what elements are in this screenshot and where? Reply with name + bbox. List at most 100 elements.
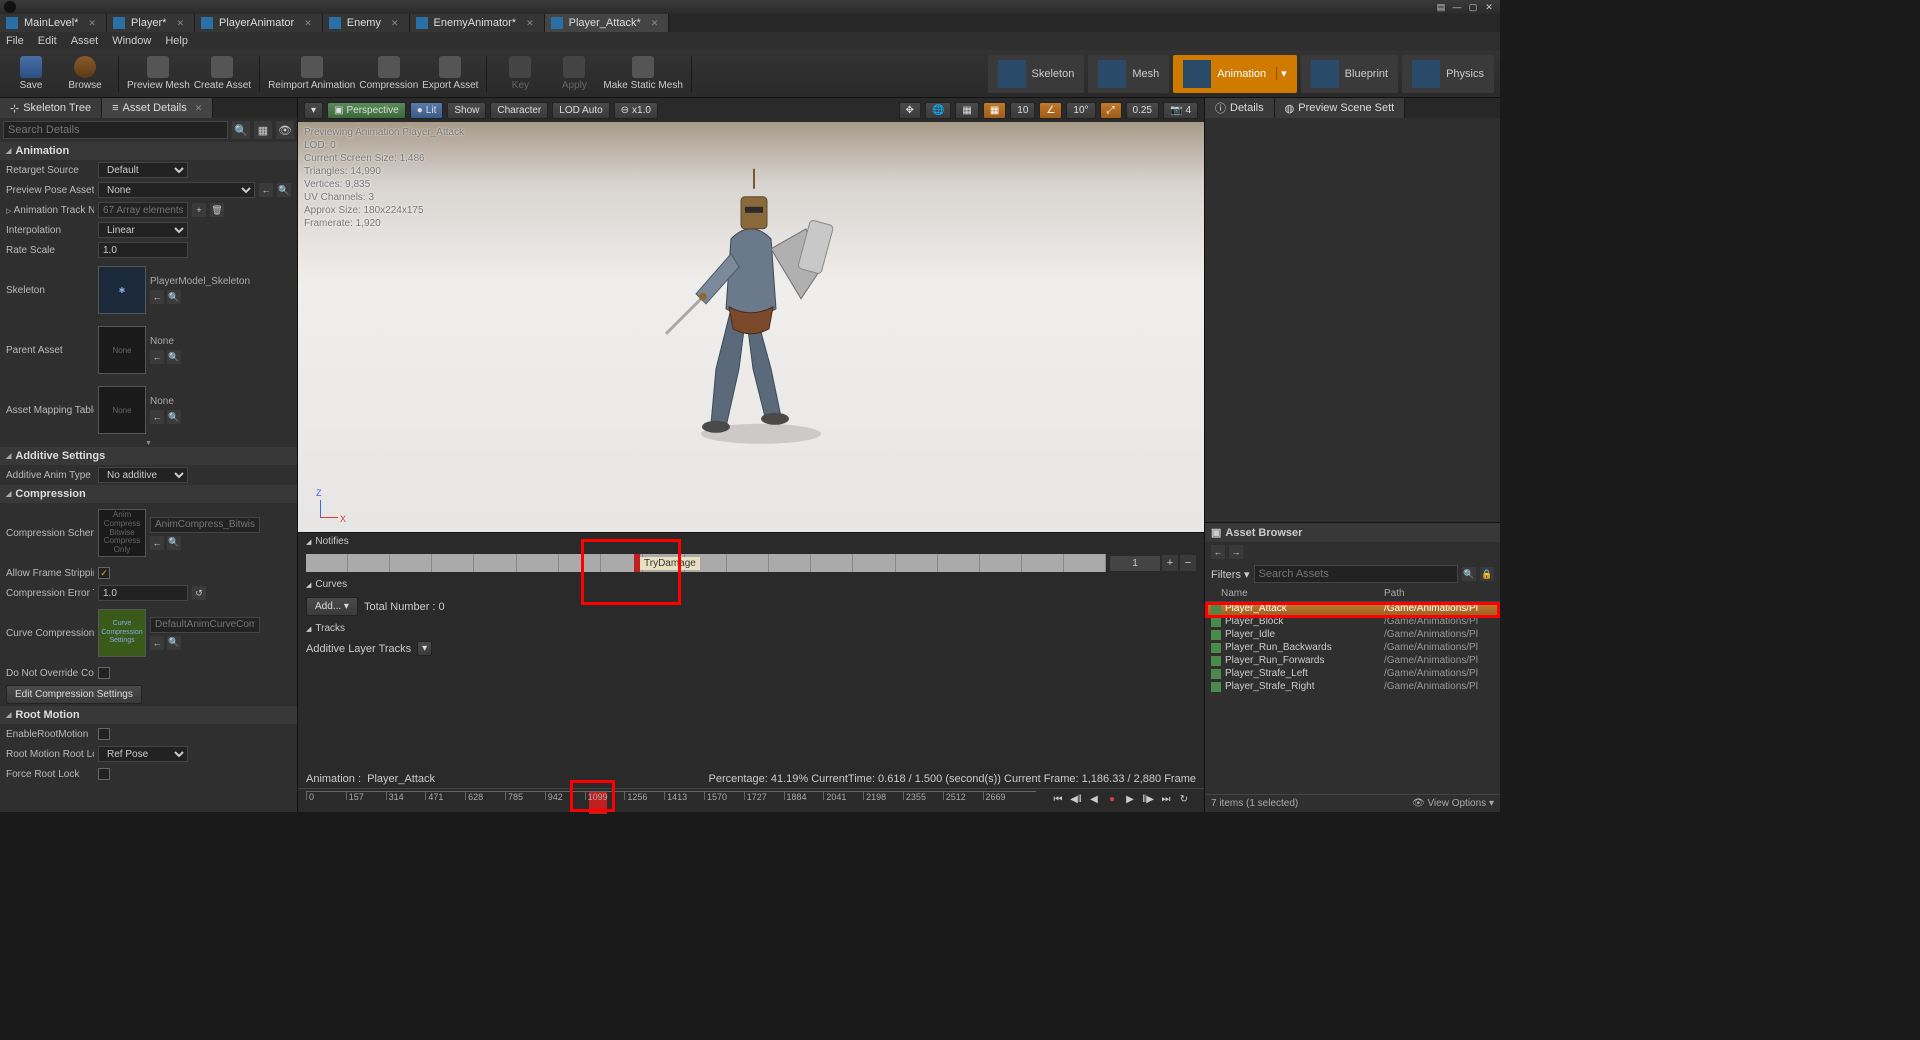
doc-tab-enemy[interactable]: Enemy✕ [323,14,410,32]
close-icon[interactable]: ✕ [651,18,659,29]
character-button[interactable]: Character [490,102,548,119]
step-fwd-button[interactable]: ‖▶ [1140,791,1156,807]
playback-speed-button[interactable]: ⊖ x1.0 [614,102,658,119]
asset-row-player_run_backwards[interactable]: Player_Run_Backwards/Game/Animations/Pl [1205,641,1500,654]
mode-skeleton-button[interactable]: Skeleton [988,55,1085,93]
compression-scheme-thumb[interactable]: Anim Compress Bitwise Compress Only [98,509,146,557]
add-curve-button[interactable]: Add... ▾ [306,597,358,616]
add-notify-track-button[interactable]: + [1162,555,1178,571]
section-animation[interactable]: Animation [0,142,297,160]
close-icon[interactable]: ✕ [88,18,96,29]
close-icon[interactable]: ✕ [304,18,312,29]
section-compression[interactable]: Compression [0,485,297,503]
asset-row-player_idle[interactable]: Player_Idle/Game/Animations/Pl [1205,628,1500,641]
record-button[interactable]: ● [1104,791,1120,807]
viewport[interactable]: Previewing Animation Player_AttackLOD: 0… [298,122,1204,532]
lit-button[interactable]: ● Lit [410,102,444,119]
rotation-snap-button[interactable]: ∠ [1039,102,1062,119]
doc-tab-player-[interactable]: Player*✕ [107,14,195,32]
doc-tab-player_attack-[interactable]: Player_Attack*✕ [545,14,670,32]
do-not-override-checkbox[interactable] [98,667,110,679]
browse-icon[interactable]: 🔍 [277,183,291,197]
additive-type-select[interactable]: No additive [98,467,188,483]
use-icon[interactable]: ← [150,350,164,364]
browse-button[interactable]: Browse [60,52,110,96]
rotation-snap-value[interactable]: 10° [1066,102,1095,119]
asset-row-player_strafe_left[interactable]: Player_Strafe_Left/Game/Animations/Pl [1205,667,1500,680]
view-grid-icon[interactable]: ▦ [254,121,272,139]
browse-icon[interactable]: 🔍 [167,350,181,364]
to-start-button[interactable]: ⏮ [1050,791,1066,807]
asset-row-player_block[interactable]: Player_Block/Game/Animations/Pl [1205,615,1500,628]
reset-icon[interactable]: ← [259,183,273,197]
mode-mesh-button[interactable]: Mesh [1088,55,1169,93]
mapping-thumb[interactable]: None [98,386,146,434]
preview-pose-select[interactable]: None [98,182,255,198]
view-options-dropdown[interactable]: 👁 View Options ▾ [1412,798,1494,809]
perspective-button[interactable]: ▣ Perspective [327,102,406,119]
browse-icon[interactable]: 🔍 [167,536,181,550]
create-asset-button[interactable]: Create Asset [194,52,251,96]
reset-icon[interactable]: ↺ [192,586,206,600]
menu-edit[interactable]: Edit [38,35,57,47]
camera-speed-button[interactable]: 📷 4 [1163,102,1198,119]
menu-help[interactable]: Help [165,35,188,47]
use-icon[interactable]: ← [150,290,164,304]
search-assets-input[interactable] [1254,565,1458,583]
use-icon[interactable]: ← [150,410,164,424]
enable-root-motion-checkbox[interactable] [98,728,110,740]
make-static-button[interactable]: Make Static Mesh [603,52,682,96]
error-threshold-input[interactable] [98,585,188,601]
mode-blueprint-button[interactable]: Blueprint [1301,55,1398,93]
play-button[interactable]: ▶ [1122,791,1138,807]
browse-icon[interactable]: 🔍 [167,290,181,304]
menu-window[interactable]: Window [112,35,151,47]
clear-icon[interactable]: 🗑 [210,203,224,217]
root-lock-select[interactable]: Ref Pose [98,746,188,762]
browse-icon[interactable]: 🔍 [167,636,181,650]
history-back-button[interactable]: ← [1211,545,1225,559]
search-icon[interactable]: 🔍 [1462,567,1476,581]
show-button[interactable]: Show [447,102,486,119]
edit-compression-button[interactable]: Edit Compression Settings [6,685,142,704]
additive-layer-dropdown[interactable]: ▾ [417,641,432,656]
retarget-source-select[interactable]: Default [98,162,188,178]
close-icon[interactable]: ✕ [526,18,534,29]
close-icon[interactable]: ✕ [195,103,203,114]
lod-button[interactable]: LOD Auto [552,102,609,119]
col-name-header[interactable]: Name [1211,588,1384,599]
doc-tab-playeranimator[interactable]: PlayerAnimator✕ [195,14,323,32]
tab-skeleton-tree[interactable]: ⊹Skeleton Tree [0,98,102,118]
search-icon[interactable]: 🔍 [232,121,250,139]
section-root-motion[interactable]: Root Motion [0,706,297,724]
transform-gizmo-button[interactable]: ✥ [899,102,921,119]
rate-scale-input[interactable] [98,242,188,258]
doc-tab-enemyanimator-[interactable]: EnemyAnimator*✕ [410,14,545,32]
window-close[interactable]: ✕ [1482,1,1496,13]
menu-asset[interactable]: Asset [71,35,99,47]
coord-button[interactable]: 🌐 [925,102,951,119]
section-additive[interactable]: Additive Settings [0,447,297,465]
viewport-menu-button[interactable]: ▾ [304,102,323,119]
export-button[interactable]: Export Asset [422,52,478,96]
window-console-icon[interactable]: ▤ [1434,1,1448,13]
browse-icon[interactable]: 🔍 [167,410,181,424]
curve-compression-thumb[interactable]: Curve Compression Settings [98,609,146,657]
menu-file[interactable]: File [6,35,24,47]
asset-row-player_attack[interactable]: Player_Attack/Game/Animations/Pl [1205,602,1500,615]
curves-header[interactable]: Curves [298,576,1204,593]
tracks-header[interactable]: Tracks [298,620,1204,637]
tab-details[interactable]: ⓘDetails [1205,98,1275,118]
mode-physics-button[interactable]: Physics [1402,55,1494,93]
notify-marker-trydamage[interactable]: TryDamage [634,554,700,572]
tab-preview-scene[interactable]: ◍Preview Scene Sett [1275,98,1406,118]
snap-surface-button[interactable]: ▦ [955,102,978,119]
asset-row-player_run_forwards[interactable]: Player_Run_Forwards/Game/Animations/Pl [1205,654,1500,667]
reimport-button[interactable]: Reimport Animation [268,52,355,96]
notifies-header[interactable]: Notifies [298,533,1204,550]
window-maximize[interactable]: ▢ [1466,1,1480,13]
use-icon[interactable]: ← [150,536,164,550]
asset-row-player_strafe_right[interactable]: Player_Strafe_Right/Game/Animations/Pl [1205,680,1500,693]
mode-animation-button[interactable]: Animation▾ [1173,55,1296,93]
preview-mesh-button[interactable]: Preview Mesh [127,52,190,96]
